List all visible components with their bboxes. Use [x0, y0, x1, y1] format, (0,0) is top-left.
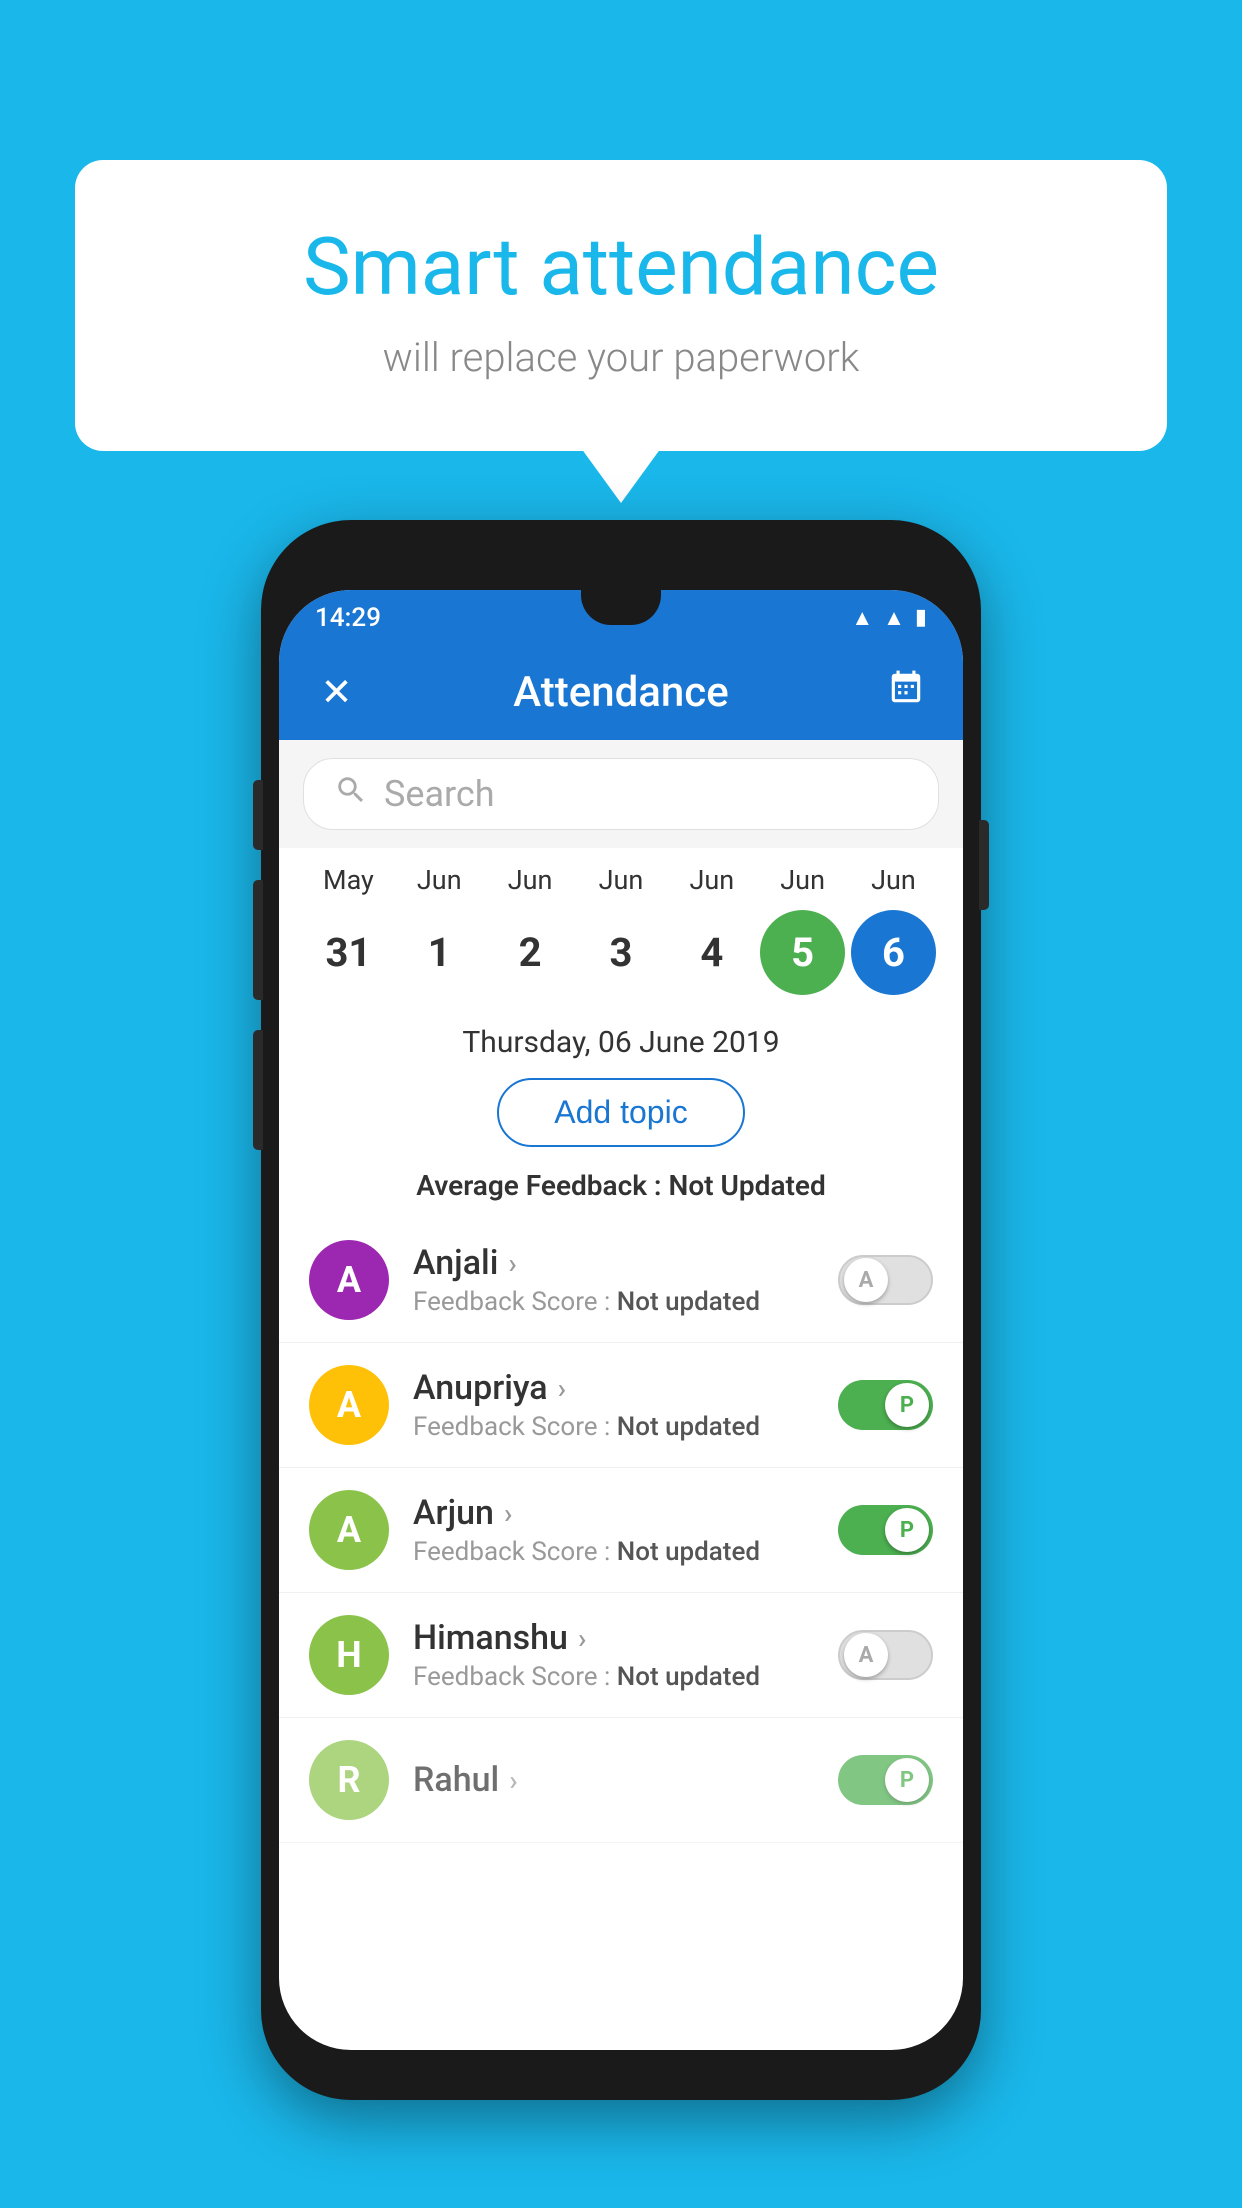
chevron-right-icon: › — [509, 1764, 517, 1797]
student-item-partial[interactable]: R Rahul › P — [279, 1718, 963, 1843]
volume-down-button — [253, 880, 263, 1000]
student-item-anupriya[interactable]: A Anupriya › Feedback Score : Not update… — [279, 1343, 963, 1468]
add-topic-container: Add topic — [279, 1068, 963, 1163]
student-list: A Anjali › Feedback Score : Not updated … — [279, 1218, 963, 1843]
student-name-arjun: Arjun › — [413, 1493, 838, 1533]
student-info-anjali: Anjali › Feedback Score : Not updated — [389, 1243, 838, 1317]
student-info-himanshu: Himanshu › Feedback Score : Not updated — [389, 1618, 838, 1692]
student-score-anjali: Feedback Score : Not updated — [413, 1287, 838, 1317]
student-item-himanshu[interactable]: H Himanshu › Feedback Score : Not update… — [279, 1593, 963, 1718]
calendar-day-5[interactable]: 5 — [760, 910, 845, 995]
attendance-toggle-partial[interactable]: P — [838, 1755, 933, 1805]
month-0: May — [306, 864, 391, 896]
calendar-day-3[interactable]: 3 — [578, 910, 663, 995]
student-item-anjali[interactable]: A Anjali › Feedback Score : Not updated … — [279, 1218, 963, 1343]
calendar-day-31[interactable]: 31 — [306, 910, 391, 995]
month-2: Jun — [488, 864, 573, 896]
toggle-thumb-himanshu: A — [844, 1633, 888, 1677]
avatar-himanshu: H — [309, 1615, 389, 1695]
search-placeholder: Search — [384, 773, 495, 815]
phone-screen: 14:29 ▲ ▲ ▮ ✕ Attendance — [279, 590, 963, 2050]
speech-bubble: Smart attendance will replace your paper… — [75, 160, 1167, 451]
chevron-right-icon: › — [578, 1622, 586, 1655]
student-info-arjun: Arjun › Feedback Score : Not updated — [389, 1493, 838, 1567]
toggle-partial[interactable]: P — [838, 1755, 933, 1805]
avg-feedback-value: Not Updated — [669, 1169, 826, 1202]
avatar-anjali: A — [309, 1240, 389, 1320]
toggle-thumb-partial: P — [885, 1758, 929, 1802]
status-time: 14:29 — [315, 603, 381, 633]
signal-icon: ▲ — [883, 605, 905, 631]
student-item-arjun[interactable]: A Arjun › Feedback Score : Not updated P — [279, 1468, 963, 1593]
toggle-himanshu[interactable]: A — [838, 1630, 933, 1680]
student-score-arjun: Feedback Score : Not updated — [413, 1537, 838, 1567]
speech-bubble-title: Smart attendance — [155, 220, 1087, 314]
student-name-anupriya: Anupriya › — [413, 1368, 838, 1408]
student-name-himanshu: Himanshu › — [413, 1618, 838, 1658]
toggle-thumb-anupriya: P — [885, 1383, 929, 1427]
calendar-day-1[interactable]: 1 — [397, 910, 482, 995]
search-container: Search — [279, 740, 963, 848]
month-5: Jun — [760, 864, 845, 896]
month-3: Jun — [578, 864, 663, 896]
avatar-partial: R — [309, 1740, 389, 1820]
student-score-himanshu: Feedback Score : Not updated — [413, 1662, 838, 1692]
toggle-arjun[interactable]: P — [838, 1505, 933, 1555]
status-icons: ▲ ▲ ▮ — [851, 605, 927, 631]
volume-up-button — [253, 780, 263, 850]
app-bar-title: Attendance — [364, 668, 878, 717]
add-topic-button[interactable]: Add topic — [497, 1078, 744, 1147]
battery-icon: ▮ — [915, 605, 927, 630]
student-name-partial: Rahul › — [413, 1760, 838, 1800]
speech-bubble-container: Smart attendance will replace your paper… — [75, 160, 1167, 451]
month-6: Jun — [851, 864, 936, 896]
chevron-right-icon: › — [504, 1497, 512, 1530]
avatar-anupriya: A — [309, 1365, 389, 1445]
average-feedback: Average Feedback : Not Updated — [279, 1163, 963, 1218]
toggle-thumb-arjun: P — [885, 1508, 929, 1552]
month-1: Jun — [397, 864, 482, 896]
attendance-toggle-himanshu[interactable]: A — [838, 1630, 933, 1680]
toggle-thumb-anjali: A — [844, 1258, 888, 1302]
attendance-toggle-anjali[interactable]: A — [838, 1255, 933, 1305]
search-icon — [334, 773, 368, 816]
attendance-toggle-arjun[interactable]: P — [838, 1505, 933, 1555]
student-score-anupriya: Feedback Score : Not updated — [413, 1412, 838, 1442]
calendar-months: May Jun Jun Jun Jun Jun Jun — [303, 864, 939, 896]
student-name-anjali: Anjali › — [413, 1243, 838, 1283]
phone-body: 14:29 ▲ ▲ ▮ ✕ Attendance — [261, 520, 981, 2100]
calendar-days: 31 1 2 3 4 5 6 — [303, 902, 939, 1003]
search-bar[interactable]: Search — [303, 758, 939, 830]
calendar-icon[interactable] — [878, 669, 933, 717]
silent-button — [253, 1030, 263, 1150]
toggle-anjali[interactable]: A — [838, 1255, 933, 1305]
calendar-day-6[interactable]: 6 — [851, 910, 936, 995]
wifi-icon: ▲ — [851, 605, 873, 631]
app-bar: ✕ Attendance — [279, 645, 963, 740]
month-4: Jun — [669, 864, 754, 896]
close-icon[interactable]: ✕ — [309, 670, 364, 715]
phone-container: 14:29 ▲ ▲ ▮ ✕ Attendance — [261, 520, 981, 2100]
chevron-right-icon: › — [558, 1372, 566, 1405]
student-info-partial: Rahul › — [389, 1760, 838, 1800]
chevron-right-icon: › — [508, 1247, 516, 1280]
toggle-anupriya[interactable]: P — [838, 1380, 933, 1430]
date-label: Thursday, 06 June 2019 — [279, 1011, 963, 1068]
calendar-day-4[interactable]: 4 — [669, 910, 754, 995]
avatar-arjun: A — [309, 1490, 389, 1570]
calendar-strip: May Jun Jun Jun Jun Jun Jun 31 1 2 3 4 5… — [279, 848, 963, 1011]
speech-bubble-subtitle: will replace your paperwork — [155, 334, 1087, 381]
power-button — [979, 820, 989, 910]
calendar-day-2[interactable]: 2 — [488, 910, 573, 995]
student-info-anupriya: Anupriya › Feedback Score : Not updated — [389, 1368, 838, 1442]
attendance-toggle-anupriya[interactable]: P — [838, 1380, 933, 1430]
avg-feedback-label: Average Feedback : — [416, 1169, 661, 1202]
